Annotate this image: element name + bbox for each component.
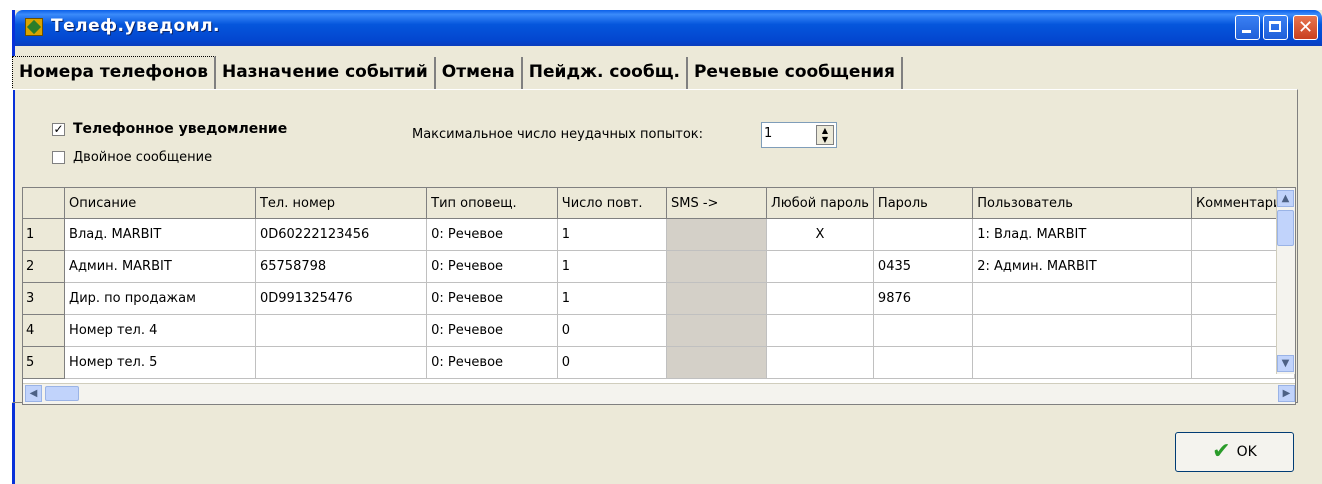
column-header[interactable]: Число повт. — [557, 188, 668, 219]
scroll-down-icon[interactable]: ▼ — [1277, 355, 1294, 372]
minimize-icon — [1242, 30, 1251, 33]
cell-any-password[interactable]: X — [766, 218, 874, 251]
row-number: 4 — [23, 314, 66, 347]
row-number: 3 — [23, 282, 66, 315]
cell-description[interactable]: Дир. по продажам — [64, 282, 256, 315]
cell-phone[interactable]: 65758798 — [255, 250, 428, 283]
max-attempts-spinner[interactable]: ▲▼ — [761, 122, 837, 148]
cell-type[interactable]: 0: Речевое — [426, 314, 558, 347]
ok-button[interactable]: ✔ OK — [1175, 432, 1294, 472]
cell-any-password[interactable] — [766, 346, 874, 379]
cell-description[interactable]: Админ. MARBIT — [64, 250, 256, 283]
cell-password[interactable] — [873, 346, 974, 379]
cell-type[interactable]: 0: Речевое — [426, 250, 558, 283]
column-header[interactable]: Тел. номер — [255, 188, 428, 219]
cell-repeat[interactable]: 1 — [557, 250, 668, 283]
cell-sms[interactable] — [666, 314, 767, 347]
cell-password[interactable] — [873, 314, 974, 347]
corner-cell — [23, 188, 66, 219]
cell-repeat[interactable]: 1 — [557, 282, 668, 315]
cell-repeat[interactable]: 1 — [557, 218, 668, 251]
tab-strip: Номера телефонов Назначение событий Отме… — [12, 56, 903, 90]
table-row[interactable]: 5 Номер тел. 5 0: Речевое 0 — [23, 346, 1295, 379]
maximize-button[interactable] — [1263, 15, 1288, 40]
cell-type[interactable]: 0: Речевое — [426, 346, 558, 379]
phones-table: Описание Тел. номер Тип оповещ. Число по… — [23, 188, 1295, 379]
tab-phone-numbers[interactable]: Номера телефонов — [12, 56, 216, 90]
double-message-checkbox[interactable] — [52, 151, 65, 164]
row-number: 1 — [23, 218, 66, 251]
spinner-arrows-icon[interactable]: ▲ ▼ — [816, 125, 834, 145]
cell-any-password[interactable] — [766, 314, 874, 347]
cell-description[interactable]: Номер тел. 5 — [64, 346, 256, 379]
tab-pager-messages[interactable]: Пейдж. сообщ. — [523, 57, 688, 89]
close-icon: ✕ — [1297, 17, 1314, 38]
cell-repeat[interactable]: 0 — [557, 314, 668, 347]
double-message-label: Двойное сообщение — [73, 150, 213, 165]
cell-phone[interactable] — [255, 346, 428, 379]
phone-notification-checkbox[interactable]: ✓ — [52, 122, 65, 136]
cell-phone[interactable] — [255, 314, 428, 347]
table-row[interactable]: 3 Дир. по продажам 0D991325476 0: Речево… — [23, 282, 1295, 315]
max-attempts-input[interactable] — [764, 126, 814, 141]
column-header[interactable]: Описание — [64, 188, 256, 219]
cell-type[interactable]: 0: Речевое — [426, 218, 558, 251]
cell-user[interactable] — [972, 314, 1192, 347]
table-row[interactable]: 4 Номер тел. 4 0: Речевое 0 — [23, 314, 1295, 347]
vertical-scrollbar[interactable]: ▲ ▼ — [1276, 188, 1295, 374]
horizontal-scroll-thumb[interactable] — [45, 386, 79, 401]
cell-description[interactable]: Влад. MARBIT — [64, 218, 256, 251]
cell-type[interactable]: 0: Речевое — [426, 282, 558, 315]
table-row[interactable]: 2 Админ. MARBIT 65758798 0: Речевое 1 04… — [23, 250, 1295, 283]
double-message-option[interactable]: Двойное сообщение — [52, 150, 212, 165]
tab-voice-messages[interactable]: Речевые сообщения — [688, 57, 903, 89]
phone-notification-option[interactable]: ✓ Телефонное уведомление — [52, 121, 287, 137]
cell-password[interactable]: 9876 — [873, 282, 974, 315]
maximize-icon — [1269, 21, 1281, 32]
cell-any-password[interactable] — [766, 250, 874, 283]
ok-label: OK — [1236, 444, 1257, 460]
cell-phone[interactable]: 0D991325476 — [255, 282, 428, 315]
row-number: 2 — [23, 250, 66, 283]
column-header[interactable]: Тип оповещ. — [426, 188, 558, 219]
app-icon — [25, 18, 43, 36]
cell-sms[interactable] — [666, 282, 767, 315]
column-header[interactable]: Пользователь — [972, 188, 1192, 219]
cell-user[interactable] — [972, 282, 1192, 315]
cell-password[interactable] — [873, 218, 974, 251]
window-title: Телеф.уведомл. — [51, 16, 221, 36]
cell-user[interactable] — [972, 346, 1192, 379]
table-row[interactable]: 1 Влад. MARBIT 0D60222123456 0: Речевое … — [23, 218, 1295, 251]
phone-notification-label: Телефонное уведомление — [73, 121, 288, 137]
title-bar[interactable]: Телеф.уведомл. ✕ — [15, 10, 1322, 46]
minimize-button[interactable] — [1235, 15, 1260, 40]
cell-description[interactable]: Номер тел. 4 — [64, 314, 256, 347]
vertical-scroll-thumb[interactable] — [1277, 210, 1294, 246]
column-header[interactable]: SMS -> — [666, 188, 767, 219]
horizontal-scrollbar[interactable]: ◀ ▶ — [23, 383, 1295, 404]
cell-phone[interactable]: 0D60222123456 — [255, 218, 428, 251]
grid-header-row: Описание Тел. номер Тип оповещ. Число по… — [23, 188, 1295, 219]
scroll-left-icon[interactable]: ◀ — [25, 385, 42, 402]
cell-any-password[interactable] — [766, 282, 874, 315]
column-header[interactable]: Любой пароль — [766, 188, 874, 219]
checkmark-icon: ✔ — [1212, 439, 1231, 464]
cell-user[interactable]: 1: Влад. MARBIT — [972, 218, 1192, 251]
max-attempts-label: Максимальное число неудачных попыток: — [412, 127, 704, 142]
phones-grid: Описание Тел. номер Тип оповещ. Число по… — [22, 187, 1296, 405]
scroll-up-icon[interactable]: ▲ — [1277, 190, 1294, 207]
column-header[interactable]: Пароль — [873, 188, 974, 219]
cell-sms[interactable] — [666, 218, 767, 251]
cell-repeat[interactable]: 0 — [557, 346, 668, 379]
cell-sms[interactable] — [666, 346, 767, 379]
cell-sms[interactable] — [666, 250, 767, 283]
cell-password[interactable]: 0435 — [873, 250, 974, 283]
tab-event-assignment[interactable]: Назначение событий — [216, 57, 436, 89]
cell-user[interactable]: 2: Админ. MARBIT — [972, 250, 1192, 283]
scroll-right-icon[interactable]: ▶ — [1278, 385, 1295, 402]
tab-cancel[interactable]: Отмена — [436, 57, 523, 89]
close-button[interactable]: ✕ — [1293, 15, 1318, 40]
row-number: 5 — [23, 346, 66, 379]
